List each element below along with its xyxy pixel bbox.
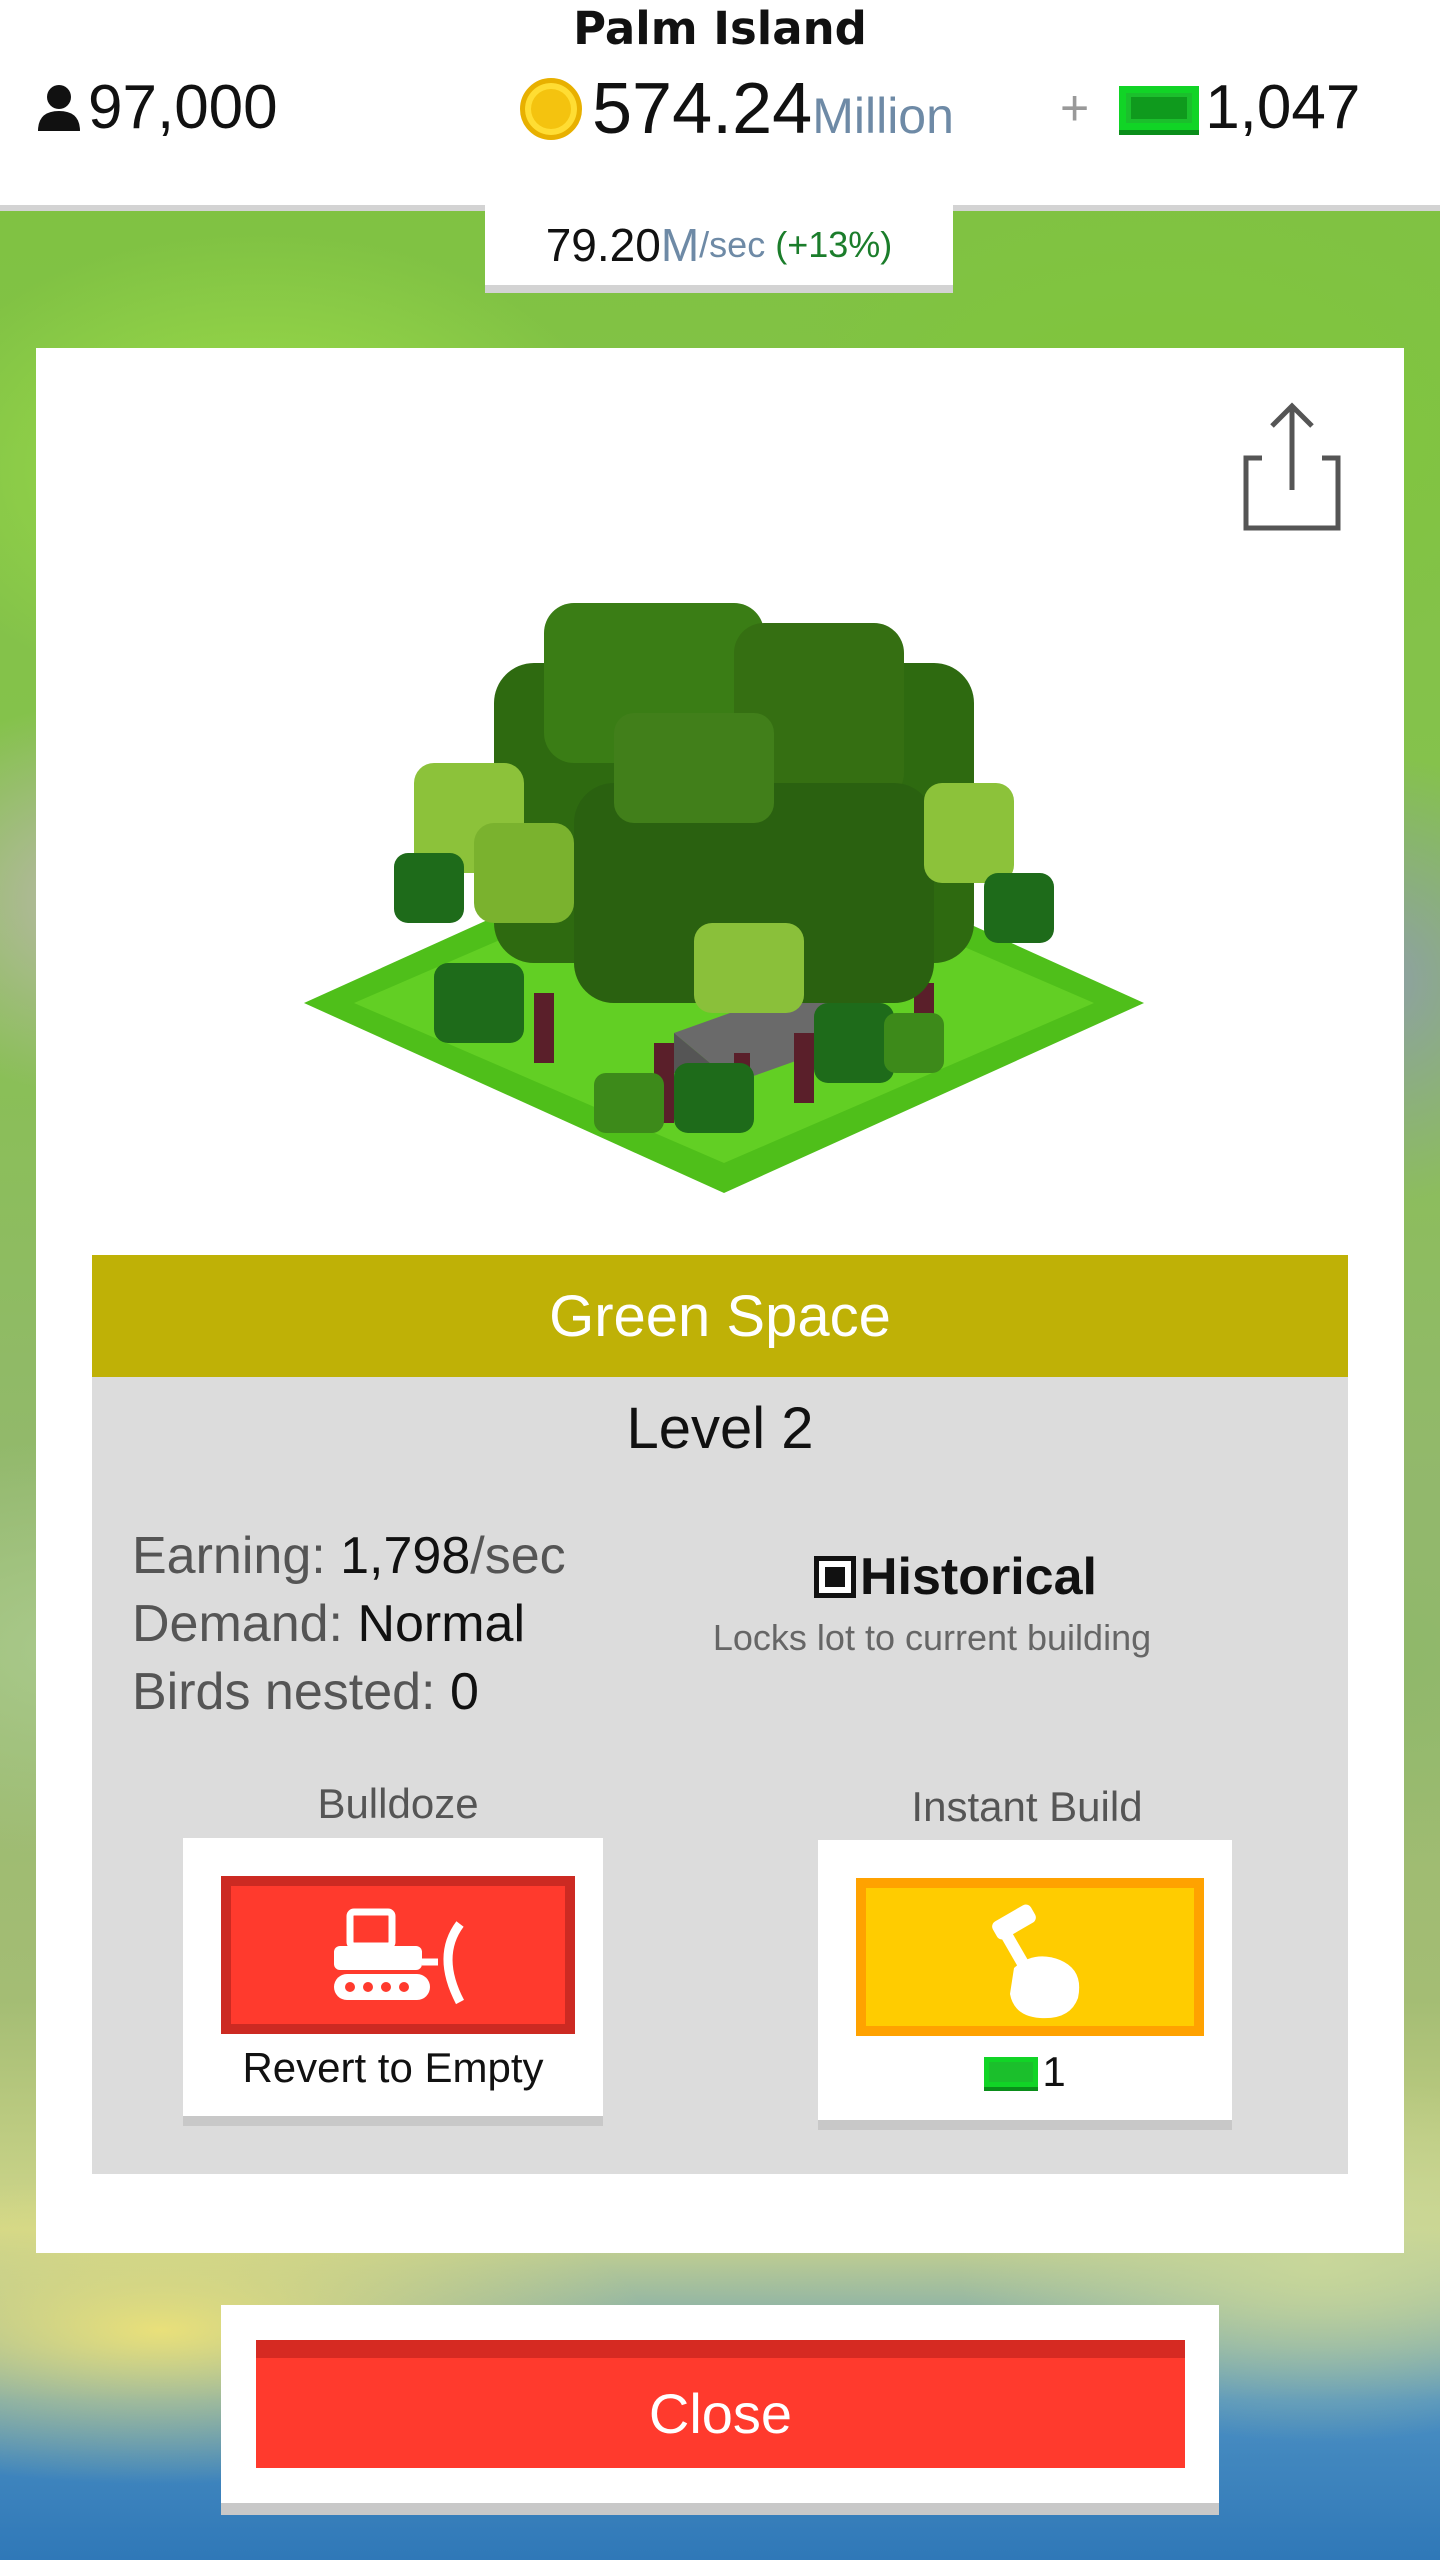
- money-unit: Million: [812, 88, 954, 144]
- close-button[interactable]: Close: [256, 2340, 1185, 2468]
- cash-bill-icon: [984, 2057, 1039, 2087]
- earning-label: Earning:: [132, 1527, 326, 1585]
- instant-build-cost-value: 1: [1042, 2048, 1066, 2095]
- building-title-bar: Green Space: [92, 1255, 1348, 1377]
- instant-build-label: Instant Build: [911, 1783, 1143, 1830]
- rate-unit: M: [660, 219, 700, 271]
- income-rate-tab: 79.20 M /sec (+13%): [485, 205, 953, 285]
- money-counter: 574.24 Million: [520, 68, 954, 150]
- instant-build-cost: 1: [818, 2048, 1232, 2096]
- earning-value: 1,798: [340, 1527, 471, 1585]
- rate-per: /sec: [699, 224, 766, 265]
- instant-build-action[interactable]: 1: [818, 1840, 1232, 2120]
- demand-value: Normal: [357, 1595, 526, 1653]
- person-icon: [38, 84, 80, 131]
- buy-cash-plus-icon[interactable]: +: [1060, 79, 1089, 137]
- island-name: Palm Island: [573, 2, 867, 55]
- earning-unit: /sec: [470, 1527, 566, 1585]
- birds-value: 0: [449, 1663, 479, 1721]
- cash-value: 1,047: [1205, 73, 1361, 142]
- checkbox-icon[interactable]: [814, 1556, 856, 1598]
- rate-value: 79.20: [545, 219, 661, 271]
- birds-label: Birds nested:: [132, 1663, 436, 1721]
- bulldoze-caption: Revert to Empty: [242, 2044, 544, 2091]
- building-name: Green Space: [549, 1283, 891, 1349]
- historical-toggle[interactable]: Historical: [814, 1547, 1097, 1607]
- top-status-bar: Palm Island 97,000 574.24 Million + 1,04…: [0, 0, 1440, 205]
- earning-row: Earning: 1,798/sec: [132, 1522, 566, 1590]
- historical-description: Locks lot to current building: [712, 1617, 1152, 1658]
- building-level: Level 2: [626, 1396, 814, 1461]
- historical-label[interactable]: Historical: [860, 1547, 1097, 1607]
- bulldoze-button[interactable]: [221, 1876, 575, 2034]
- cash-bill-icon: [1119, 85, 1200, 130]
- demand-label: Demand:: [132, 1595, 343, 1653]
- coin-icon: [520, 78, 582, 140]
- demand-row: Demand: Normal: [132, 1590, 566, 1658]
- instant-build-button[interactable]: [856, 1878, 1204, 2036]
- bulldozer-icon: [334, 1908, 465, 2005]
- bulldoze-label: Bulldoze: [317, 1780, 479, 1827]
- rate-bonus: (+13%): [775, 224, 893, 265]
- close-label: Close: [648, 2381, 793, 2445]
- building-stats: Earning: 1,798/sec Demand: Normal Birds …: [132, 1522, 566, 1726]
- share-icon[interactable]: [1242, 398, 1352, 538]
- close-button-frame: Close: [221, 2305, 1219, 2503]
- population-value: 97,000: [88, 73, 278, 142]
- green-space-building-image: [304, 603, 1144, 1193]
- money-value: 574.24: [592, 69, 813, 149]
- bulldoze-action[interactable]: Revert to Empty: [183, 1838, 603, 2116]
- cash-counter[interactable]: + 1,047: [1060, 72, 1360, 143]
- hammer-hand-icon: [992, 1904, 1080, 2019]
- birds-row: Birds nested: 0: [132, 1658, 566, 1726]
- population-counter: 97,000: [36, 72, 278, 143]
